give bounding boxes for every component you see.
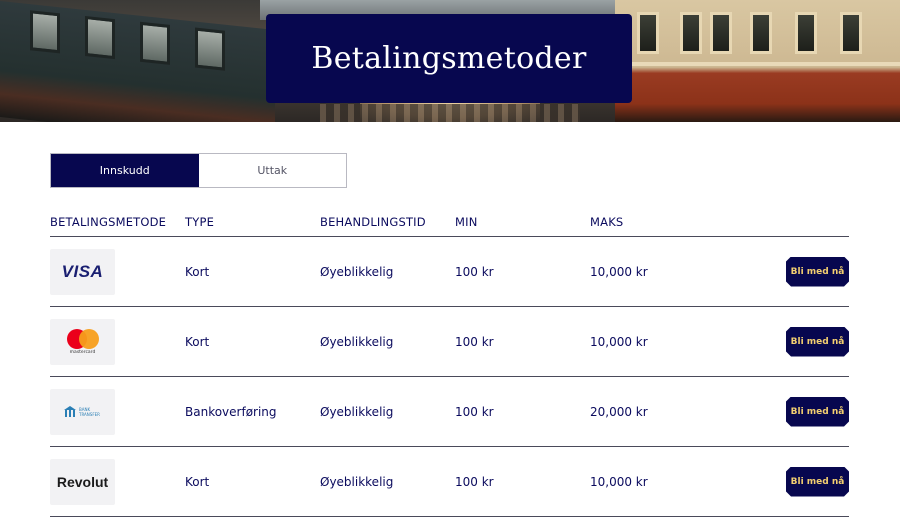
rail-tracks-image [320,104,580,122]
join-button[interactable]: Bli med nå [786,397,849,427]
mastercard-logo-text: mastercard [69,349,96,355]
hero-banner: Betalingsmetoder [0,0,900,122]
table-row: BANK TRANSFER Bankoverføring Øyeblikkeli… [50,377,849,447]
join-button[interactable]: Bli med nå [786,327,849,357]
table-row: mastercard Kort Øyeblikkelig 100 kr 10,0… [50,307,849,377]
table-header: BETALINGSMETODE TYPE BEHANDLINGSTID MIN … [50,208,849,237]
header-maks: MAKS [590,215,624,229]
cell-max: 10,000 kr [590,264,648,279]
table-row: Revolut Kort Øyeblikkelig 100 kr 10,000 … [50,447,849,517]
tab-uttak[interactable]: Uttak [198,154,346,187]
visa-logo: VISA [50,248,115,295]
right-train-image [615,0,900,122]
cell-type: Bankoverføring [185,404,277,419]
header-betalingsmetode: BETALINGSMETODE [50,215,167,229]
header-min: MIN [455,215,478,229]
cell-time: Øyeblikkelig [320,404,394,419]
cell-type: Kort [185,334,210,349]
payment-methods-table: BETALINGSMETODE TYPE BEHANDLINGSTID MIN … [50,208,849,517]
header-type: TYPE [185,215,215,229]
bank-transfer-logo: BANK TRANSFER [50,388,115,435]
header-behandlingstid: BEHANDLINGSTID [320,215,426,229]
cell-max: 10,000 kr [590,474,648,489]
cell-max: 10,000 kr [590,334,648,349]
cell-max: 20,000 kr [590,404,648,419]
revolut-logo: Revolut [50,458,115,505]
bank-icon [64,406,76,417]
page-title-box: Betalingsmetoder [266,14,632,103]
mastercard-logo: mastercard [50,318,115,365]
join-button[interactable]: Bli med nå [786,257,849,287]
cell-type: Kort [185,264,210,279]
left-train-image [0,0,275,122]
cell-time: Øyeblikkelig [320,264,394,279]
join-button[interactable]: Bli med nå [786,467,849,497]
cell-type: Kort [185,474,210,489]
table-row: VISA Kort Øyeblikkelig 100 kr 10,000 kr … [50,237,849,307]
cell-time: Øyeblikkelig [320,334,394,349]
bank-transfer-logo-text: BANK TRANSFER [79,406,100,417]
cell-min: 100 kr [455,404,494,419]
cell-min: 100 kr [455,334,494,349]
deposit-withdraw-tabs: Innskudd Uttak [50,153,347,188]
cell-time: Øyeblikkelig [320,474,394,489]
cell-min: 100 kr [455,474,494,489]
page-title: Betalingsmetoder [311,41,587,76]
visa-logo-text: VISA [61,261,104,281]
revolut-logo-text: Revolut [56,473,109,490]
cell-min: 100 kr [455,264,494,279]
tab-innskudd[interactable]: Innskudd [51,154,199,187]
